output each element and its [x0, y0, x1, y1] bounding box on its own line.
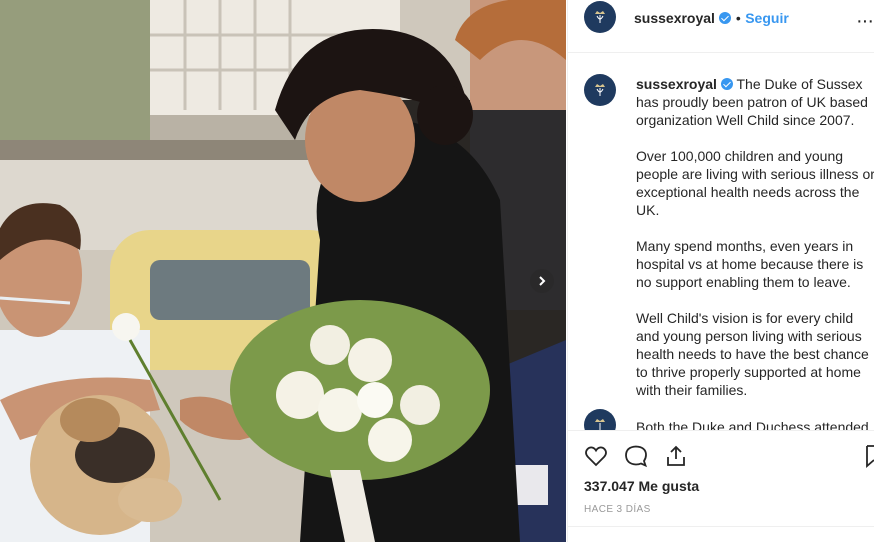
next-photo-button[interactable]: [530, 269, 554, 293]
verified-badge-icon: [720, 78, 733, 90]
post-sidebar: sussexroyal • Seguir ··· sussexroyal The…: [567, 0, 874, 543]
photo-illustration: [0, 0, 566, 542]
post-timestamp[interactable]: HACE 3 DÍAS: [584, 504, 651, 515]
add-comment-area[interactable]: [568, 526, 874, 544]
caption-username[interactable]: sussexroyal: [636, 76, 717, 92]
post-actions: 337.047 Me gusta HACE 3 DÍAS: [568, 430, 874, 543]
share-icon: [667, 445, 685, 466]
post-caption: sussexroyal The Duke of Sussex has proud…: [636, 75, 874, 417]
verified-badge-icon: [719, 12, 732, 24]
caption-paragraph-4: Well Child's vision is for every child a…: [636, 310, 869, 398]
caption-paragraph-3: Many spend months, even years in hospita…: [636, 238, 864, 290]
heart-icon: [585, 446, 607, 467]
comment-icon: [625, 445, 647, 468]
post-header: sussexroyal • Seguir ···: [568, 0, 874, 53]
comment-button[interactable]: [624, 444, 648, 473]
more-options-icon: ···: [856, 10, 874, 32]
save-button[interactable]: [866, 444, 874, 473]
comment-preview: Both the Duke and Duchess attended: [636, 419, 869, 430]
caption-avatar[interactable]: [584, 74, 616, 106]
avatar[interactable]: [584, 1, 616, 33]
crest-icon: [595, 419, 605, 430]
crest-icon: [595, 84, 605, 96]
bookmark-icon: [866, 445, 874, 468]
follow-button[interactable]: Seguir: [745, 10, 789, 26]
share-button[interactable]: [664, 444, 688, 473]
separator: •: [735, 10, 741, 26]
more-options-button[interactable]: ···: [856, 10, 874, 33]
like-button[interactable]: [584, 444, 608, 473]
caption-paragraph-2: Over 100,000 children and young people a…: [636, 148, 874, 218]
comments-area: sussexroyal The Duke of Sussex has proud…: [568, 54, 874, 430]
likes-count[interactable]: 337.047 Me gusta: [584, 478, 699, 494]
comment-avatar[interactable]: [584, 409, 616, 430]
crest-icon: [595, 11, 605, 23]
chevron-right-icon: [539, 276, 546, 286]
post-photo[interactable]: [0, 0, 566, 542]
post-username[interactable]: sussexroyal: [634, 10, 715, 26]
